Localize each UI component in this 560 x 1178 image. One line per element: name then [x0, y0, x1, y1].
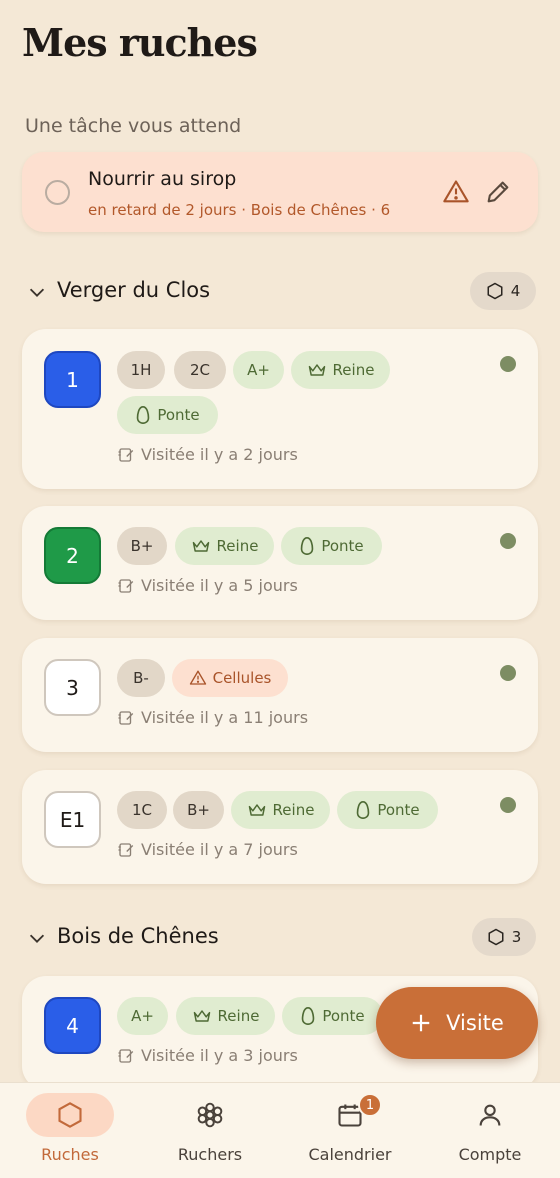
nav-item-compte[interactable]: Compte: [420, 1083, 560, 1178]
status-dot: [500, 797, 516, 813]
warning-icon: [189, 670, 206, 685]
chip-cellules: Cellules: [172, 659, 288, 697]
task-checkbox[interactable]: [45, 180, 70, 205]
task-subtitle: en retard de 2 jours · Bois de Chênes · …: [88, 201, 391, 219]
hive-card-1[interactable]: 1 1H 2C A+ Reine Ponte Visitée il y a 2 …: [22, 329, 538, 489]
chip-note: B+: [173, 791, 224, 829]
last-visit: Visitée il y a 2 jours: [117, 445, 298, 464]
crown-icon: [193, 1010, 210, 1022]
crown-icon: [192, 540, 209, 552]
hive-number-badge: 4: [44, 997, 101, 1054]
hive-card-3[interactable]: 3 B- Cellules Visitée il y a 11 jours: [22, 638, 538, 752]
last-visit: Visitée il y a 5 jours: [117, 576, 298, 595]
chip-ponte: Ponte: [337, 791, 438, 829]
notification-badge: 1: [358, 1093, 382, 1117]
note-icon: [118, 842, 134, 857]
hive-number-badge: E1: [44, 791, 101, 848]
warning-icon: [443, 180, 469, 203]
chip-ponte: Ponte: [282, 997, 383, 1035]
chip-cadres: 2C: [174, 351, 226, 389]
chip-ponte: Ponte: [281, 527, 382, 565]
hive-number-badge: 3: [44, 659, 101, 716]
task-section-label: Une tâche vous attend: [25, 115, 242, 137]
hexagon-icon: [487, 282, 503, 300]
note-icon: [118, 447, 134, 462]
status-dot: [500, 533, 516, 549]
section-name: Verger du Clos: [57, 278, 211, 302]
note-icon: [118, 1048, 134, 1063]
status-dot: [500, 356, 516, 372]
chip-note: A+: [233, 351, 284, 389]
chip-reine: Reine: [291, 351, 390, 389]
last-visit: Visitée il y a 3 jours: [117, 1046, 298, 1065]
crown-icon: [248, 804, 265, 816]
status-dot: [500, 665, 516, 681]
egg-icon: [357, 800, 370, 820]
hive-card-2[interactable]: 2 B+ Reine Ponte Visitée il y a 5 jours: [22, 506, 538, 620]
note-icon: [118, 710, 134, 725]
section-header-bois[interactable]: Bois de Chênes 3: [26, 918, 538, 956]
hive-count: 4: [510, 282, 521, 300]
egg-icon: [137, 405, 150, 425]
edit-icon[interactable]: [484, 178, 512, 206]
hive-count: 3: [511, 928, 522, 946]
nav-item-ruches[interactable]: Ruches: [0, 1083, 140, 1178]
hive-number-badge: 2: [44, 527, 101, 584]
egg-icon: [301, 536, 314, 556]
chip-note: B-: [117, 659, 165, 697]
egg-icon: [302, 1006, 315, 1026]
flower-icon: [197, 1102, 223, 1128]
note-icon: [118, 578, 134, 593]
hexagon-icon: [58, 1102, 82, 1128]
chip-cadres: 1C: [117, 791, 167, 829]
nav-label: Ruches: [41, 1145, 99, 1164]
section-header-verger[interactable]: Verger du Clos 4: [26, 272, 538, 310]
new-visit-label: Visite: [446, 1011, 504, 1035]
bottom-navigation: Ruches Ruchers 1 Calendrier Compte: [0, 1082, 560, 1178]
last-visit: Visitée il y a 7 jours: [117, 840, 298, 859]
hexagon-icon: [488, 928, 504, 946]
chip-hausse: 1H: [117, 351, 165, 389]
last-visit: Visitée il y a 11 jours: [117, 708, 308, 727]
chip-ponte: Ponte: [117, 396, 218, 434]
plus-icon: [412, 1014, 430, 1032]
hive-count-badge: 4: [470, 272, 536, 310]
nav-label: Ruchers: [177, 1145, 243, 1164]
section-name: Bois de Chênes: [57, 924, 219, 948]
nav-label: Compte: [458, 1145, 522, 1164]
chip-reine: Reine: [175, 527, 274, 565]
chip-note: A+: [117, 997, 168, 1035]
chevron-down-icon[interactable]: [26, 927, 48, 949]
page-title: Mes ruches: [22, 20, 258, 65]
hive-number-badge: 1: [44, 351, 101, 408]
chip-note: B+: [117, 527, 167, 565]
nav-label: Calendrier: [308, 1145, 392, 1164]
task-title: Nourrir au sirop: [88, 168, 237, 190]
chevron-down-icon[interactable]: [26, 281, 48, 303]
hive-count-badge: 3: [472, 918, 536, 956]
nav-item-calendrier[interactable]: 1 Calendrier: [280, 1083, 420, 1178]
chip-reine: Reine: [231, 791, 330, 829]
new-visit-button[interactable]: Visite: [376, 987, 538, 1059]
nav-item-ruchers[interactable]: Ruchers: [140, 1083, 280, 1178]
crown-icon: [308, 364, 325, 376]
user-icon: [479, 1104, 501, 1126]
task-card[interactable]: Nourrir au sirop en retard de 2 jours · …: [22, 152, 538, 232]
hive-card-e1[interactable]: E1 1C B+ Reine Ponte Visitée il y a 7 jo…: [22, 770, 538, 884]
chip-reine: Reine: [176, 997, 275, 1035]
